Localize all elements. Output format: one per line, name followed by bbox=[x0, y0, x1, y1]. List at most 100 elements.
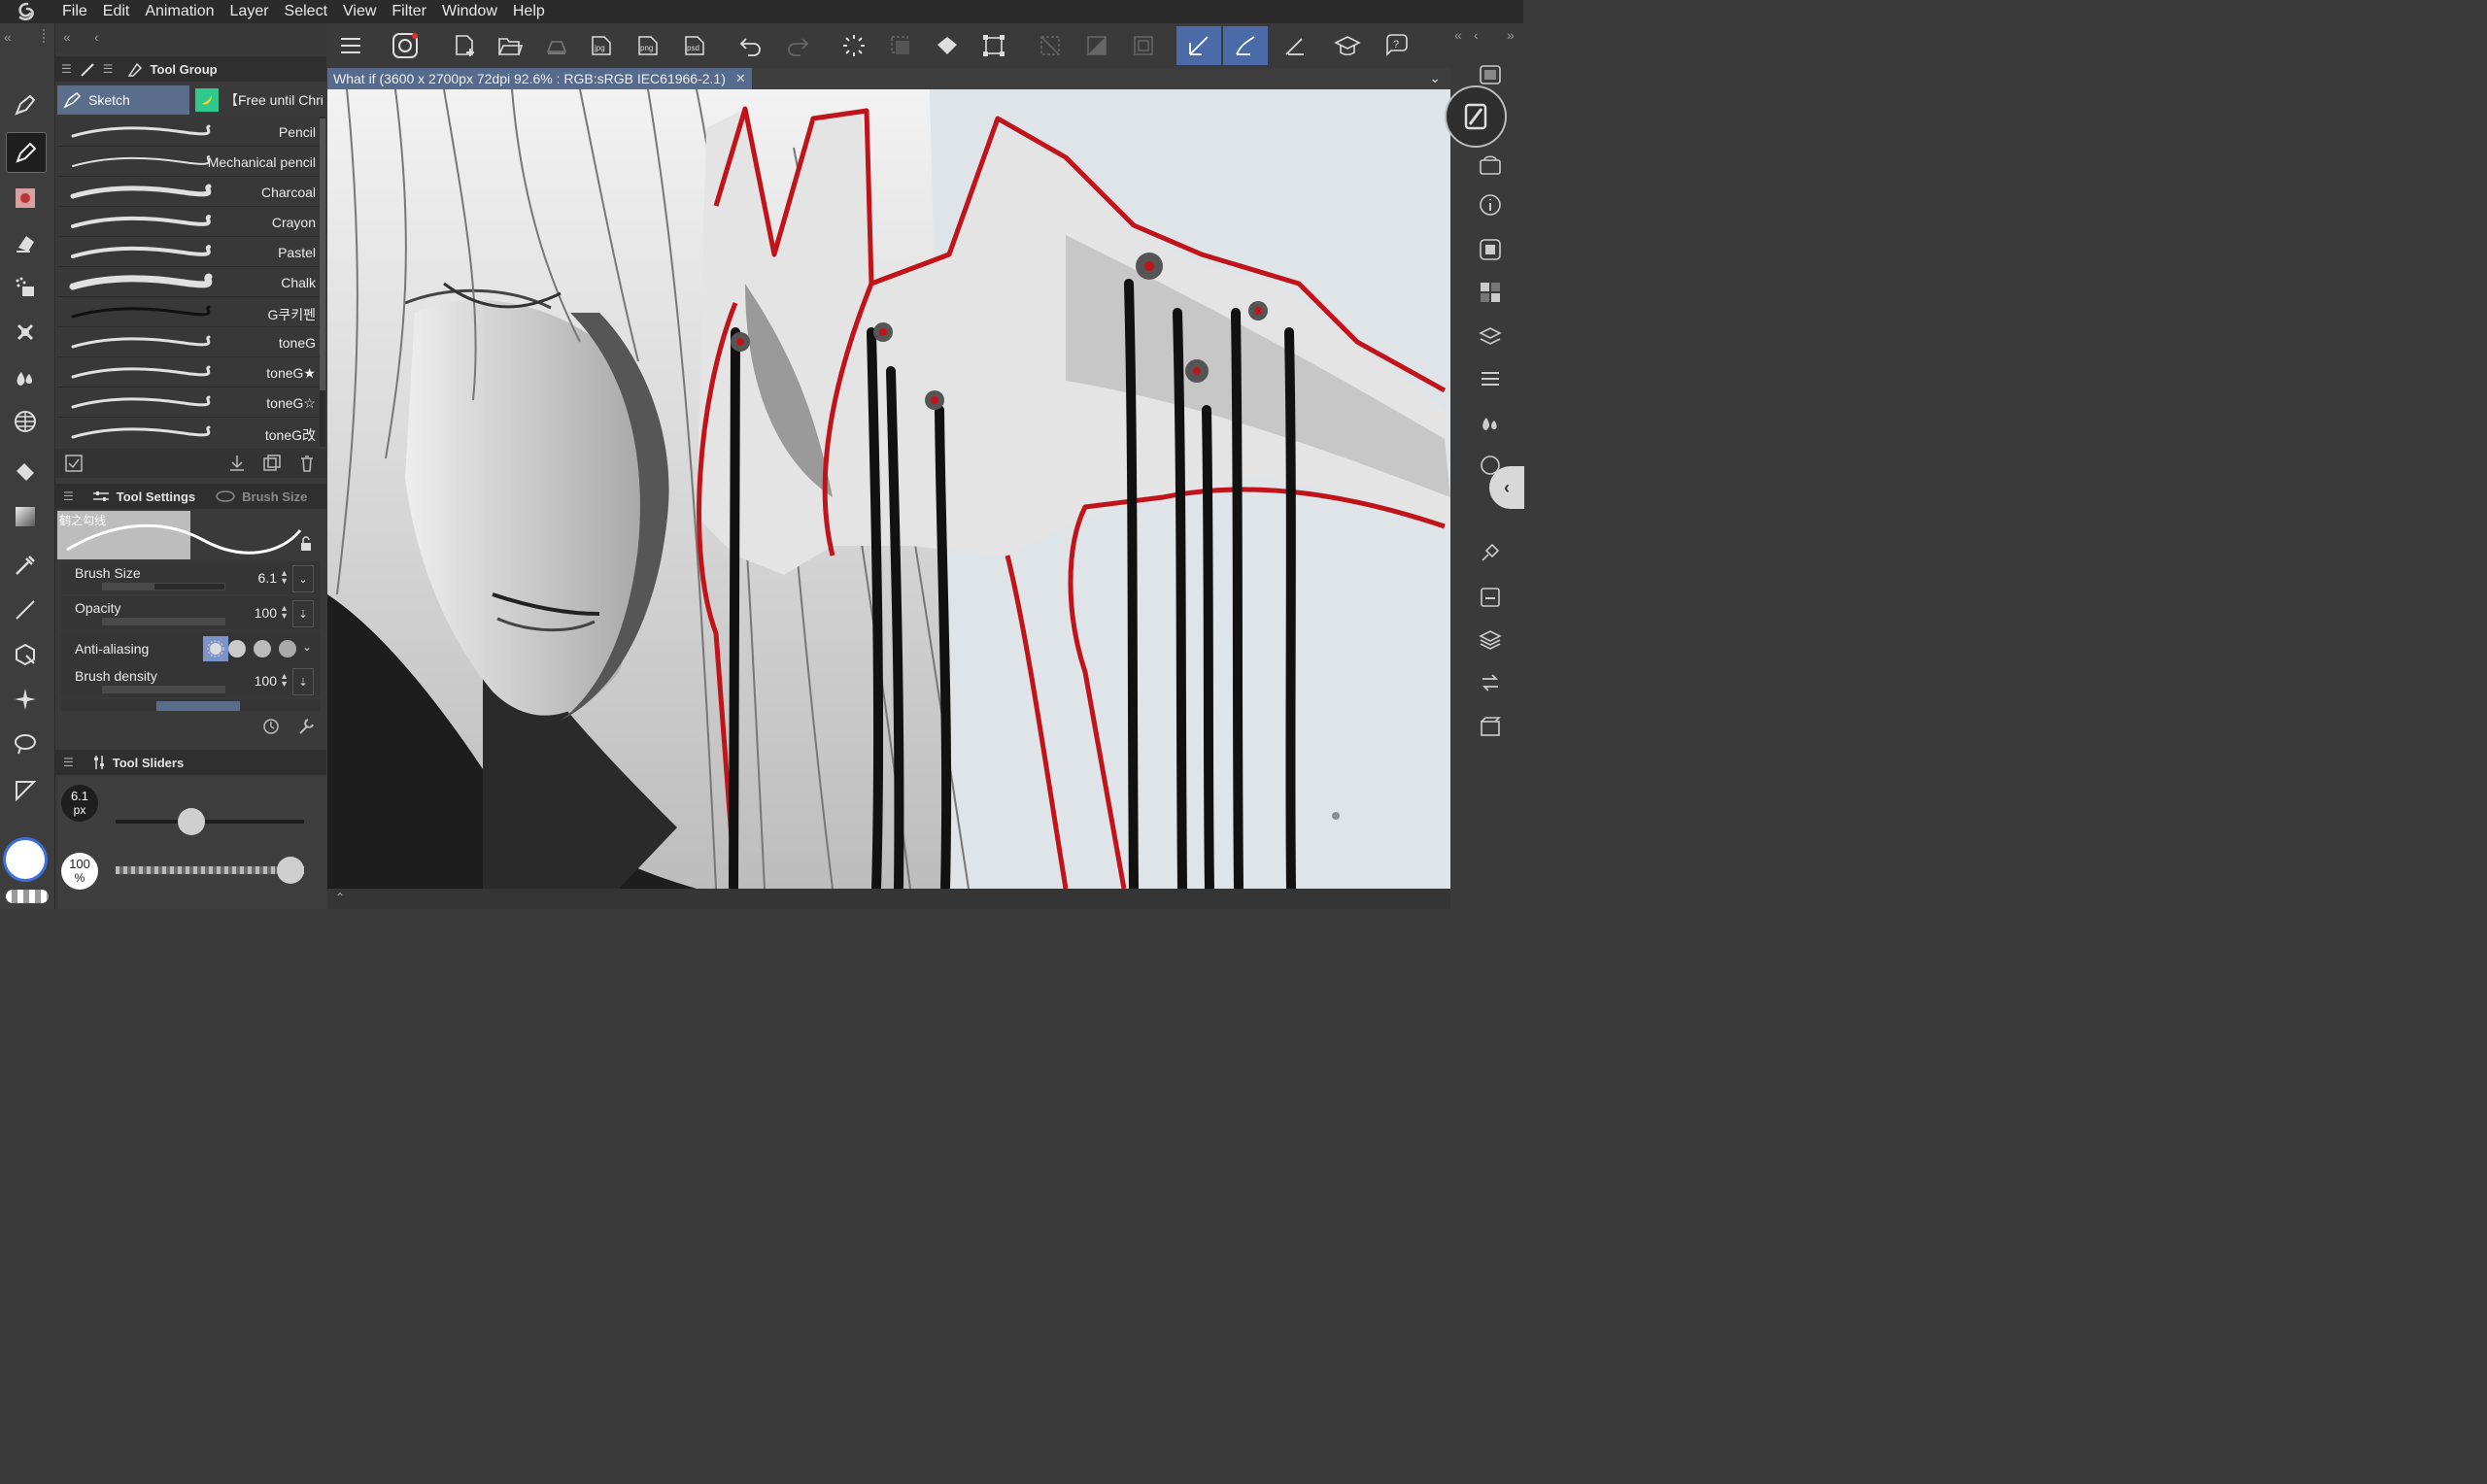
lock-icon[interactable] bbox=[298, 536, 314, 556]
brush-item[interactable]: Charcoal bbox=[57, 177, 320, 207]
aa-none-button[interactable] bbox=[203, 636, 228, 661]
export-jpg-icon[interactable]: jpg bbox=[586, 30, 617, 61]
new-canvas-icon[interactable] bbox=[450, 30, 481, 61]
brush-item[interactable]: Pencil bbox=[57, 117, 320, 147]
menu-edit[interactable]: Edit bbox=[95, 3, 138, 20]
frame-tool-icon[interactable] bbox=[6, 771, 45, 810]
chevron-left-right-icon[interactable]: ‹ bbox=[1474, 27, 1479, 43]
brush-density-bar[interactable] bbox=[102, 686, 225, 693]
snap-ruler-icon[interactable] bbox=[1176, 26, 1221, 65]
crop-icon[interactable] bbox=[1128, 30, 1159, 61]
clip-studio-logo-icon[interactable] bbox=[0, 0, 54, 23]
document-tab[interactable]: What if (3600 x 2700px 72dpi 92.6% : RGB… bbox=[327, 68, 752, 89]
expand-up-icon[interactable]: ⌃ bbox=[335, 891, 345, 904]
learn-icon[interactable] bbox=[1332, 30, 1363, 61]
wrench-icon[interactable] bbox=[296, 717, 316, 741]
line-tool-icon[interactable] bbox=[6, 590, 45, 629]
tab-free-brushes[interactable]: 【Free until Chri bbox=[193, 85, 326, 115]
save-icon[interactable] bbox=[541, 30, 572, 61]
eyedropper-tool-icon[interactable] bbox=[6, 546, 45, 585]
menu-animation[interactable]: Animation bbox=[137, 3, 221, 20]
fill-icon[interactable] bbox=[932, 30, 963, 61]
export-png-icon[interactable]: png bbox=[632, 30, 664, 61]
opacity-download-button[interactable]: ⇣ bbox=[292, 600, 314, 627]
sub-tool-properties-icon[interactable] bbox=[63, 453, 85, 479]
close-tab-icon[interactable]: ✕ bbox=[735, 71, 746, 86]
collapse-dock-button[interactable]: ‹ bbox=[1489, 466, 1524, 509]
tool-settings-menu-icon[interactable]: ☰ bbox=[55, 489, 82, 503]
brush-tab-icon[interactable] bbox=[78, 57, 99, 81]
menu-icon[interactable] bbox=[335, 30, 366, 61]
brush-item[interactable]: toneG☆ bbox=[57, 388, 320, 418]
sparkle-tool-icon[interactable] bbox=[6, 680, 45, 719]
menu-help[interactable]: Help bbox=[505, 3, 553, 20]
delete-sub-tool-icon[interactable] bbox=[296, 453, 318, 479]
tool-sliders-tab[interactable]: Tool Sliders bbox=[82, 750, 193, 775]
undo-icon[interactable] bbox=[735, 30, 767, 61]
menu-filter[interactable]: Filter bbox=[384, 3, 434, 20]
brush-item[interactable]: Chalk bbox=[57, 267, 320, 297]
brush-item[interactable]: toneG改 bbox=[57, 418, 320, 447]
fill-bucket-tool-icon[interactable] bbox=[6, 453, 45, 491]
tab-list-chevron-down-icon[interactable]: ⌄ bbox=[1429, 70, 1441, 86]
tool-sliders-menu-icon[interactable]: ☰ bbox=[55, 756, 82, 769]
brush-size-bar[interactable] bbox=[102, 583, 225, 590]
opacity-bar[interactable] bbox=[102, 618, 225, 625]
gradient-tool-icon[interactable] bbox=[6, 497, 45, 536]
menu-layer[interactable]: Layer bbox=[222, 3, 277, 20]
airbrush-tool-icon[interactable] bbox=[6, 268, 45, 307]
invert-selection-icon[interactable] bbox=[1081, 30, 1112, 61]
snap-special-icon[interactable] bbox=[1223, 26, 1268, 65]
timeline-icon[interactable] bbox=[1476, 713, 1505, 742]
open-folder-icon[interactable] bbox=[494, 30, 526, 61]
panel-menu-icon-2[interactable]: ☰ bbox=[99, 62, 118, 76]
size-slider-knob[interactable] bbox=[177, 808, 205, 835]
opacity-slider-knob[interactable] bbox=[277, 857, 304, 884]
brush-size-stepper-icon[interactable]: ▲ ▼ bbox=[280, 569, 289, 586]
brush-size-expand-button[interactable]: ⌄ bbox=[292, 565, 314, 592]
brush-item[interactable]: toneG★ bbox=[57, 357, 320, 388]
chevron-left-icon[interactable]: ‹ bbox=[94, 29, 99, 45]
tool-settings-tab[interactable]: Tool Settings bbox=[82, 484, 205, 509]
color-wheel-icon[interactable] bbox=[1476, 235, 1505, 264]
layers-icon[interactable] bbox=[1476, 625, 1505, 655]
menu-select[interactable]: Select bbox=[277, 3, 335, 20]
lasso-tool-icon[interactable] bbox=[6, 725, 45, 763]
transparent-color-icon[interactable] bbox=[6, 890, 49, 903]
drag-handle-icon[interactable] bbox=[43, 29, 51, 43]
brush-density-download-button[interactable]: ⇣ bbox=[292, 668, 314, 695]
brush-item[interactable]: toneG bbox=[57, 327, 320, 357]
menu-view[interactable]: View bbox=[335, 3, 384, 20]
brush-list-scrollbar[interactable] bbox=[320, 117, 325, 447]
expand-right-icon[interactable]: » bbox=[1507, 27, 1515, 43]
blend-tool-icon[interactable] bbox=[6, 313, 45, 352]
brush-item[interactable]: Mechanical pencil bbox=[57, 147, 320, 177]
export-psd-icon[interactable]: psd bbox=[679, 30, 710, 61]
auto-action-icon[interactable] bbox=[1476, 538, 1505, 567]
redo-icon[interactable] bbox=[782, 30, 813, 61]
aa-medium-button[interactable] bbox=[254, 640, 271, 658]
deselect-icon[interactable] bbox=[1035, 30, 1066, 61]
sub-view-icon[interactable] bbox=[1476, 408, 1505, 437]
help-icon[interactable]: ? bbox=[1380, 30, 1412, 61]
menu-file[interactable]: File bbox=[54, 3, 95, 20]
collapse-panel-icon[interactable]: « bbox=[63, 29, 71, 45]
panel-menu-icon[interactable]: ☰ bbox=[55, 62, 78, 76]
clip-studio-icon[interactable] bbox=[390, 30, 421, 61]
item-bank-icon[interactable] bbox=[1476, 583, 1505, 612]
collapse-left-icon[interactable]: « bbox=[4, 29, 12, 45]
brush-density-stepper-icon[interactable]: ▲ ▼ bbox=[280, 672, 289, 689]
color-set-icon[interactable] bbox=[1476, 278, 1505, 307]
collapse-right-icon[interactable]: « bbox=[1454, 27, 1462, 43]
brush-size-tab[interactable]: Brush Size bbox=[205, 484, 317, 509]
opacity-slider-track[interactable] bbox=[116, 857, 304, 884]
aa-chevron-down-icon[interactable]: ⌄ bbox=[302, 640, 312, 654]
main-color-swatch[interactable] bbox=[3, 837, 48, 882]
tool-group-tab[interactable]: Tool Group bbox=[118, 56, 227, 82]
size-slider-track[interactable] bbox=[116, 808, 304, 835]
quick-access-button[interactable] bbox=[1445, 85, 1507, 148]
brush-item[interactable]: Pastel bbox=[57, 237, 320, 267]
pencil-tool-icon[interactable] bbox=[6, 132, 47, 173]
import-sub-tool-icon[interactable] bbox=[226, 453, 248, 479]
decoration-tool-icon[interactable] bbox=[6, 179, 45, 218]
